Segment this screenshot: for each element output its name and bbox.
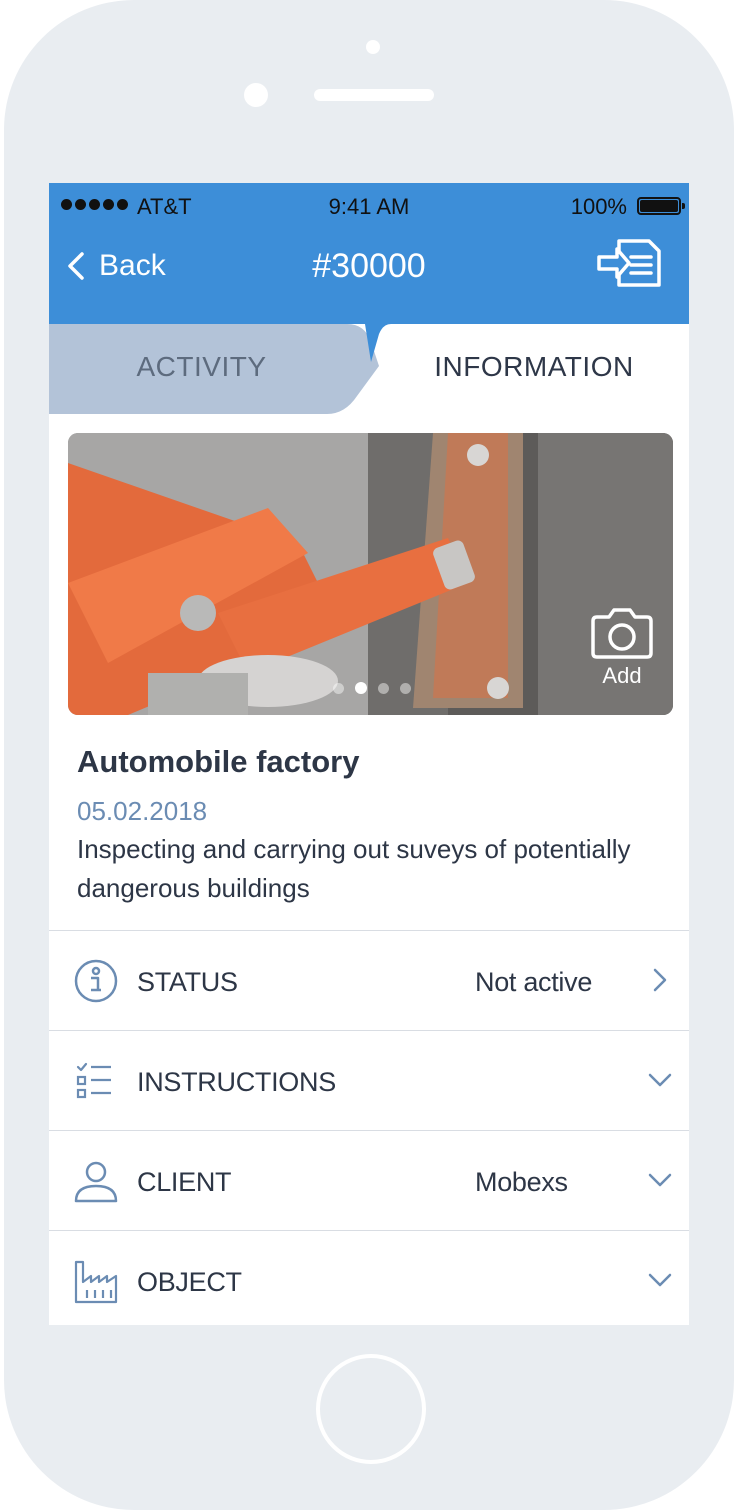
tab-information[interactable]: INFORMATION [379,351,689,383]
info-icon [74,959,118,1003]
add-photo-label: Add [602,663,642,688]
job-date: 05.02.2018 [77,796,208,826]
page-dot [400,682,411,694]
page-dot-active [355,682,367,694]
status-bar: AT&T 9:41 AM 100% [49,183,689,229]
row-label: OBJECT [137,1267,242,1297]
chevron-down-icon [648,1273,672,1287]
export-list-icon[interactable] [597,237,663,289]
row-client[interactable]: CLIENT Mobexs [49,1130,689,1230]
battery-icon [637,197,685,215]
front-camera [244,83,268,107]
factory-icon [74,1260,118,1304]
job-title: Automobile factory [77,744,360,779]
person-icon [74,1161,118,1203]
row-label: STATUS [137,967,238,997]
job-description: Inspecting and carrying out suveys of po… [77,834,631,903]
page-dot [378,682,389,694]
segment-tabs: ACTIVITY INFORMATION [49,324,689,414]
chevron-right-icon [653,968,667,992]
camera-icon [591,608,653,659]
row-status[interactable]: STATUS Not active [49,930,689,1030]
tab-activity[interactable]: ACTIVITY [49,351,354,383]
chevron-down-icon [648,1073,672,1087]
row-value: Mobexs [475,1167,568,1197]
page-title: #30000 [312,247,426,285]
photo-gallery[interactable]: Add [68,433,673,715]
checklist-icon [76,1062,111,1099]
add-photo-button[interactable]: Add [587,607,657,689]
row-value: Not active [475,967,593,997]
photo-image [68,433,673,715]
row-instructions[interactable]: INSTRUCTIONS [49,1030,689,1130]
app-screen: AT&T 9:41 AM 100% Back #30000 ACTIVITY I… [49,183,689,1325]
earpiece-speaker [314,89,434,101]
front-sensor [366,40,380,54]
navigation-bar: AT&T 9:41 AM 100% Back #30000 [49,183,689,324]
page-dot [333,682,344,694]
row-label: CLIENT [137,1167,232,1197]
row-label: INSTRUCTIONS [137,1067,336,1097]
chevron-down-icon [648,1173,672,1187]
home-button[interactable] [316,1354,426,1464]
page-indicator [333,682,411,694]
battery-percent: 100% [570,194,627,219]
row-object[interactable]: OBJECT [49,1230,689,1325]
